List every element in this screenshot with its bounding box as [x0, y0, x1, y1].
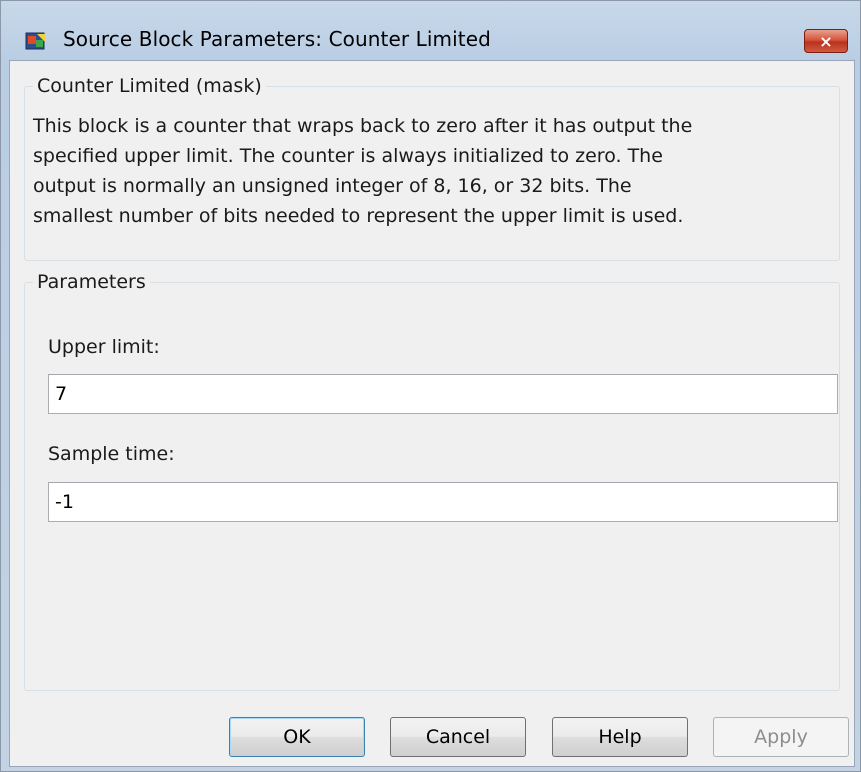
title-bar[interactable]: Source Block Parameters: Counter Limited…	[1, 1, 860, 61]
upper-limit-label: Upper limit:	[48, 336, 160, 358]
window-title: Source Block Parameters: Counter Limited	[63, 27, 491, 51]
sample-time-label: Sample time:	[48, 443, 175, 465]
ok-button[interactable]: OK	[229, 717, 365, 757]
dialog-body: Counter Limited (mask) This block is a c…	[9, 60, 855, 767]
upper-limit-input[interactable]	[48, 374, 838, 414]
simulink-block-icon	[25, 31, 47, 53]
dialog-window: Source Block Parameters: Counter Limited…	[0, 0, 861, 772]
help-button[interactable]: Help	[552, 717, 688, 757]
mask-description: This block is a counter that wraps back …	[33, 111, 833, 231]
description-line: This block is a counter that wraps back …	[33, 115, 693, 137]
sample-time-input[interactable]	[48, 482, 838, 522]
description-line: output is normally an unsigned integer o…	[33, 175, 632, 197]
close-icon: ×	[819, 31, 833, 51]
description-line: specified upper limit. The counter is al…	[33, 145, 663, 167]
cancel-button[interactable]: Cancel	[390, 717, 526, 757]
apply-button[interactable]: Apply	[713, 717, 849, 757]
close-button[interactable]: ×	[804, 29, 848, 53]
description-line: smallest number of bits needed to repres…	[33, 205, 684, 227]
parameters-group: Parameters	[24, 271, 840, 691]
mask-group-title: Counter Limited (mask)	[37, 75, 262, 97]
parameters-group-title: Parameters	[37, 271, 146, 293]
